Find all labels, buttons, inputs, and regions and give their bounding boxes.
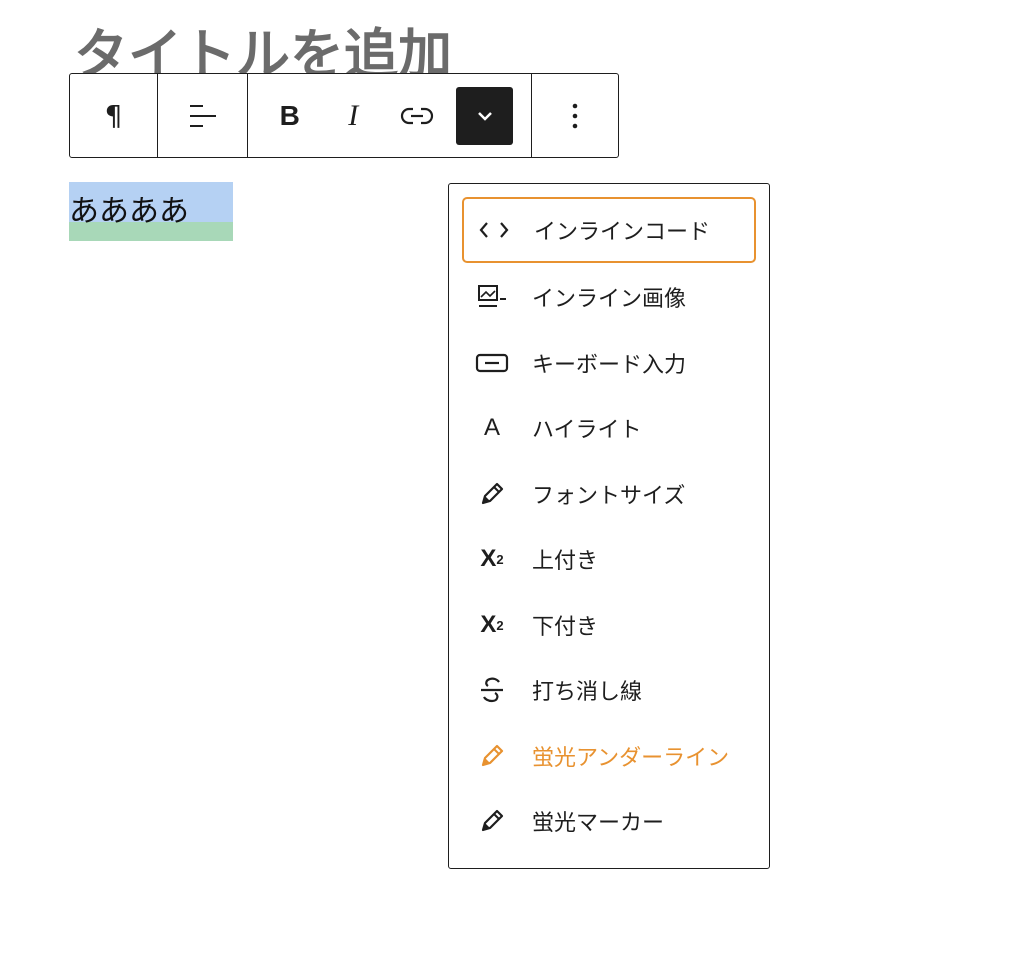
bold-button[interactable]: B (266, 87, 314, 145)
menu-item-label: 蛍光アンダーライン (532, 746, 730, 771)
menu-item-label: 上付き (532, 549, 599, 574)
image-icon (470, 284, 514, 310)
subscript-icon: X2 (480, 611, 504, 638)
paragraph-icon: ¶ (104, 98, 123, 132)
block-toolbar: ¶ B I (69, 73, 619, 158)
italic-icon: I (348, 98, 359, 132)
keyboard-icon (470, 353, 514, 373)
menu-item-strikethrough[interactable]: 打ち消し線 (462, 657, 756, 723)
menu-item-label: 蛍光マーカー (532, 811, 665, 836)
menu-item-label: インラインコード (534, 220, 711, 245)
format-dropdown-menu: インラインコード インライン画像 キーボード入力 A ハイライト フォントサイズ… (448, 183, 770, 869)
pencil-icon (470, 808, 514, 834)
options-group (532, 74, 618, 157)
chevron-down-icon (477, 111, 492, 121)
align-left-icon (189, 104, 216, 127)
format-group: B I (248, 74, 532, 157)
options-button[interactable] (551, 87, 599, 145)
menu-item-keyboard-input[interactable]: キーボード入力 (462, 330, 756, 396)
menu-item-inline-image[interactable]: インライン画像 (462, 264, 756, 330)
selected-paragraph-text[interactable]: ああああ (69, 182, 233, 241)
menu-item-marker[interactable]: 蛍光マーカー (462, 788, 756, 854)
align-group (158, 74, 248, 157)
pencil-icon (470, 743, 514, 769)
link-button[interactable] (393, 87, 441, 145)
menu-item-highlight[interactable]: A ハイライト (462, 395, 756, 461)
italic-button[interactable]: I (329, 87, 377, 145)
menu-item-label: キーボード入力 (532, 353, 687, 378)
menu-item-marker-underline[interactable]: 蛍光アンダーライン (462, 723, 756, 789)
pencil-icon (470, 481, 514, 507)
align-button[interactable] (179, 87, 227, 145)
menu-item-label: 下付き (532, 615, 599, 640)
code-icon (472, 220, 516, 240)
block-type-group: ¶ (70, 74, 158, 157)
highlight-icon: A (483, 414, 500, 441)
menu-item-label: フォントサイズ (532, 484, 686, 509)
paragraph-button[interactable]: ¶ (90, 87, 138, 145)
bold-icon: B (279, 99, 300, 131)
strikethrough-icon (470, 676, 514, 704)
menu-item-inline-code[interactable]: インラインコード (462, 197, 756, 263)
more-vertical-icon (572, 103, 578, 128)
superscript-icon: X2 (480, 545, 504, 572)
menu-item-label: ハイライト (532, 418, 642, 443)
more-formats-button[interactable] (456, 86, 514, 145)
link-icon (400, 107, 433, 124)
menu-item-subscript[interactable]: X2 下付き (462, 592, 756, 658)
menu-item-label: インライン画像 (532, 287, 687, 312)
menu-item-label: 打ち消し線 (532, 680, 643, 705)
menu-item-superscript[interactable]: X2 上付き (462, 526, 756, 592)
menu-item-font-size[interactable]: フォントサイズ (462, 461, 756, 527)
